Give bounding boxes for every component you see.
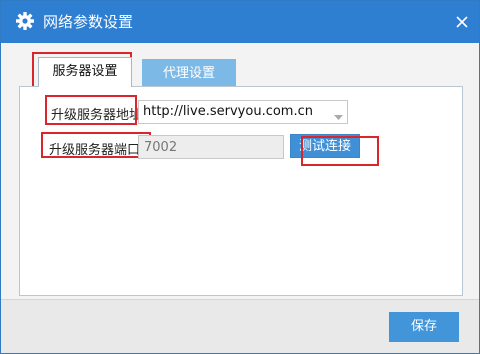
server-address-value: http://live.servyou.com.cn — [143, 104, 313, 119]
server-port-input[interactable] — [138, 135, 284, 159]
dialog-footer: 保存 — [1, 299, 479, 353]
gear-icon — [15, 11, 35, 31]
tab-server-settings[interactable]: 服务器设置 — [38, 57, 132, 87]
server-address-label: 升级服务器地址 — [51, 108, 143, 123]
dialog-body: 服务器设置 代理设置 升级服务器地址 http://live.servyou.c… — [1, 43, 479, 353]
dialog-title: 网络参数设置 — [43, 13, 134, 31]
title-bar[interactable]: 网络参数设置 — [1, 1, 479, 43]
server-address-combo[interactable]: http://live.servyou.com.cn — [138, 100, 348, 124]
network-settings-dialog: 网络参数设置 服务器设置 代理设置 升级服务器地址 http://live.se… — [0, 0, 480, 354]
close-icon[interactable] — [451, 11, 473, 33]
save-button[interactable]: 保存 — [389, 312, 459, 342]
tab-proxy-settings[interactable]: 代理设置 — [142, 59, 236, 87]
chevron-down-icon[interactable] — [334, 110, 343, 120]
test-connection-button[interactable]: 测试连接 — [290, 134, 360, 158]
